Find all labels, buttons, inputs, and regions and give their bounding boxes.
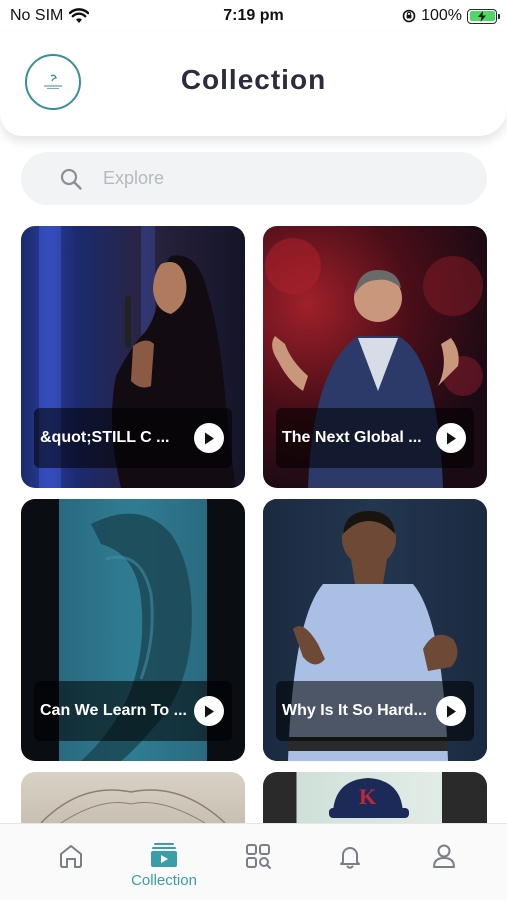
card-title: Can We Learn To ... [40, 702, 187, 719]
nav-label-collection: Collection [131, 872, 197, 889]
search-icon [60, 168, 82, 190]
nav-item-collection[interactable]: Collection [124, 842, 204, 889]
video-card[interactable]: The Next Global ... [263, 226, 487, 488]
play-button[interactable] [194, 423, 224, 453]
play-button[interactable] [436, 696, 466, 726]
card-caption: Can We Learn To ... [34, 681, 232, 741]
battery-percent: 100% [421, 7, 462, 24]
bell-icon [340, 847, 360, 869]
card-caption: Why Is It So Hard... [276, 681, 474, 741]
battery-icon [467, 8, 500, 24]
thumbnail-image [40, 789, 226, 823]
video-card[interactable]: Can We Learn To ... [21, 499, 245, 761]
search-bar[interactable] [21, 152, 487, 205]
play-button[interactable] [194, 696, 224, 726]
collection-icon [151, 843, 177, 867]
card-title: &quot;STILL C ... [40, 429, 170, 446]
bottom-navigation: Collection [0, 823, 507, 900]
explore-grid-icon [246, 844, 271, 869]
card-caption: &quot;STILL C ... [34, 408, 232, 468]
video-card[interactable]: K [263, 772, 487, 823]
battery-fill [469, 10, 495, 22]
thumbnail-image: K [329, 778, 409, 818]
play-icon [447, 432, 456, 444]
play-icon [205, 705, 214, 717]
app-header: Collection [0, 32, 507, 136]
home-icon [60, 845, 82, 868]
play-icon [205, 432, 214, 444]
nav-item-profile[interactable] [414, 842, 474, 870]
video-card[interactable]: &quot;STILL C ... [21, 226, 245, 488]
search-input[interactable] [103, 168, 423, 189]
svg-text:K: K [359, 784, 376, 809]
page-title: Collection [180, 64, 327, 95]
nav-item-home[interactable] [41, 842, 101, 870]
nav-item-explore[interactable] [228, 842, 288, 870]
card-title: The Next Global ... [282, 429, 422, 446]
orientation-lock-icon [402, 9, 416, 23]
status-left: No SIM [10, 7, 90, 25]
status-bar: No SIM 7:19 pm 100% [0, 0, 507, 32]
play-icon [447, 705, 456, 717]
charging-bolt-icon [478, 10, 486, 22]
video-card[interactable] [21, 772, 245, 823]
play-button[interactable] [436, 423, 466, 453]
wifi-icon [69, 8, 90, 23]
card-title: Why Is It So Hard... [282, 702, 427, 719]
video-card[interactable]: Why Is It So Hard... [263, 499, 487, 761]
nav-item-notifications[interactable] [320, 842, 380, 870]
status-right: 100% [402, 7, 500, 25]
carrier-text: No SIM [10, 7, 64, 24]
card-caption: The Next Global ... [276, 408, 474, 468]
profile-icon [433, 844, 455, 868]
